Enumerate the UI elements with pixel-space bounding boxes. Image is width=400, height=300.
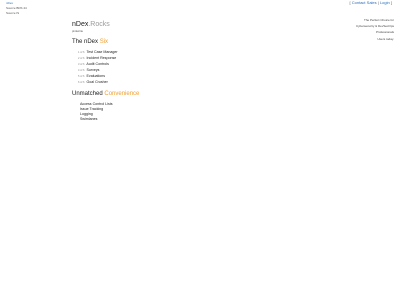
six-heading-prefix: The nDex [72,39,99,45]
main-content: nDex.Rocks pinkwrite The nDex Six 1 of 6… [72,20,302,122]
six-list: 1 of 6 Test Case Manager 2 of 6 Incident… [78,50,302,85]
login-link[interactable]: Login [380,0,390,5]
six-heading: The nDex Six [72,38,302,46]
six-item-number: 3 of 6 [78,62,85,66]
six-item-label: Test Case Manager [86,50,118,54]
source-meta-2: Source IS [6,10,20,15]
six-item-number: 1 of 6 [78,51,85,54]
six-item-label: Goal Crusher [86,79,108,84]
brand-title: nDex.Rocks [72,20,302,29]
convenience-list: Access Control Lists Issue Tracking Logg… [80,102,302,122]
link-separator: | [377,0,379,5]
six-item-label: Evaluations [86,73,106,78]
contact-sales-link[interactable]: Contact Sales [352,0,377,5]
close-bracket: ] [390,0,392,5]
top-links: [ Contact Sales | Login ] [350,0,393,6]
brand-tagline: pinkwrite [72,29,84,33]
convenience-heading: Unmatched Convenience [72,90,302,98]
six-item-label: Surveys [86,67,100,72]
brand-suffix: .Rocks [88,21,110,28]
open-bracket: [ [349,0,351,5]
right-item-4: Users today. [377,36,394,41]
six-heading-accent: Six [99,39,109,45]
six-item-number: 6 of 6 [78,80,85,84]
page: nDex Source BDS 44 Source IS [ Contact S… [0,0,400,300]
six-item-number: 2 of 6 [78,56,85,60]
convenience-heading-accent: Convenience [104,91,140,98]
feature-item-4: Swimlanes [80,117,98,122]
convenience-heading-prefix: Unmatched [72,91,103,98]
six-item-number: 4 of 6 [78,68,85,72]
brand-name: nDex [72,21,89,28]
six-item-6[interactable]: 6 of 6 Goal Crusher [78,80,302,86]
six-item-number: 5 of 6 [78,74,85,78]
right-column: The Perfect Choice for Cybersecurity & D… [314,17,394,42]
left-column: nDex Source BDS 44 Source IS [6,0,54,15]
six-item-label: Audit Controls [86,61,109,66]
six-item-label: Incident Response [86,55,117,60]
